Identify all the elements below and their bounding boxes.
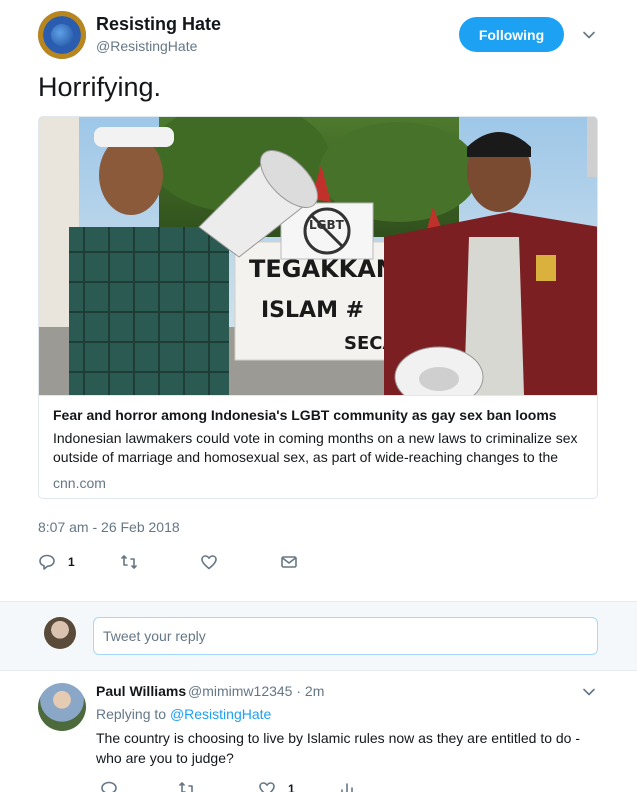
card-image[interactable]: TEGAKKAN ISLAM # SECA LGBT [39, 117, 597, 395]
reply-author-handle[interactable]: @mimimw12345 · 2m [188, 683, 324, 699]
reply-author-name[interactable]: Paul Williams [96, 683, 186, 699]
analytics-icon[interactable] [338, 780, 356, 792]
link-card[interactable]: TEGAKKAN ISLAM # SECA LGBT Fear and horr… [38, 116, 598, 499]
like-icon[interactable] [200, 553, 218, 571]
like-icon[interactable] [258, 780, 276, 792]
reply-icon[interactable] [38, 553, 56, 571]
reply-author-avatar[interactable] [38, 683, 86, 731]
author-handle[interactable]: @ResistingHate [96, 38, 197, 54]
retweet-icon[interactable] [178, 780, 196, 792]
author-display-name[interactable]: Resisting Hate [96, 14, 221, 35]
chevron-down-icon[interactable] [581, 684, 597, 700]
reply-reply-action[interactable] [100, 778, 118, 792]
reply-input[interactable]: Tweet your reply [93, 617, 598, 655]
tweet-text: Horrifying. [38, 72, 162, 102]
card-body[interactable]: Fear and horror among Indonesia's LGBT c… [39, 395, 597, 498]
lgbt-sign-text: LGBT [309, 218, 345, 232]
author-avatar[interactable] [38, 11, 86, 59]
analytics-action[interactable] [338, 778, 356, 792]
card-description: Indonesian lawmakers could vote in comin… [53, 430, 578, 465]
reply-icon[interactable] [100, 780, 118, 792]
banner-text-2: ISLAM # [261, 298, 364, 323]
retweet-icon[interactable] [120, 553, 138, 571]
reply-retweet-action[interactable] [178, 778, 196, 792]
reply-count: 1 [68, 555, 75, 569]
reply-actions: 1 [96, 778, 496, 792]
main-tweet: Resisting Hate @ResistingHate Following … [0, 0, 637, 600]
tweet-timestamp[interactable]: 8:07 am - 26 Feb 2018 [38, 519, 180, 535]
replying-to: Replying to @ResistingHate [96, 706, 271, 722]
message-icon[interactable] [280, 553, 298, 571]
tweet-actions: 1 [38, 551, 438, 573]
retweet-action[interactable] [120, 551, 138, 573]
following-button[interactable]: Following [459, 17, 564, 52]
like-action[interactable] [200, 551, 218, 573]
card-title[interactable]: Fear and horror among Indonesia's LGBT c… [53, 407, 583, 423]
reply-action[interactable]: 1 [38, 551, 75, 573]
replying-to-label: Replying to [96, 706, 167, 722]
chevron-down-icon[interactable] [581, 27, 597, 43]
replying-to-mention[interactable]: @ResistingHate [170, 706, 271, 722]
reply-like-count: 1 [288, 782, 295, 792]
reply-text: The country is choosing to live by Islam… [96, 730, 581, 766]
current-user-avatar [44, 617, 76, 649]
card-domain: cnn.com [53, 475, 106, 491]
reply-like-action[interactable]: 1 [258, 778, 295, 792]
message-action[interactable] [280, 551, 298, 573]
